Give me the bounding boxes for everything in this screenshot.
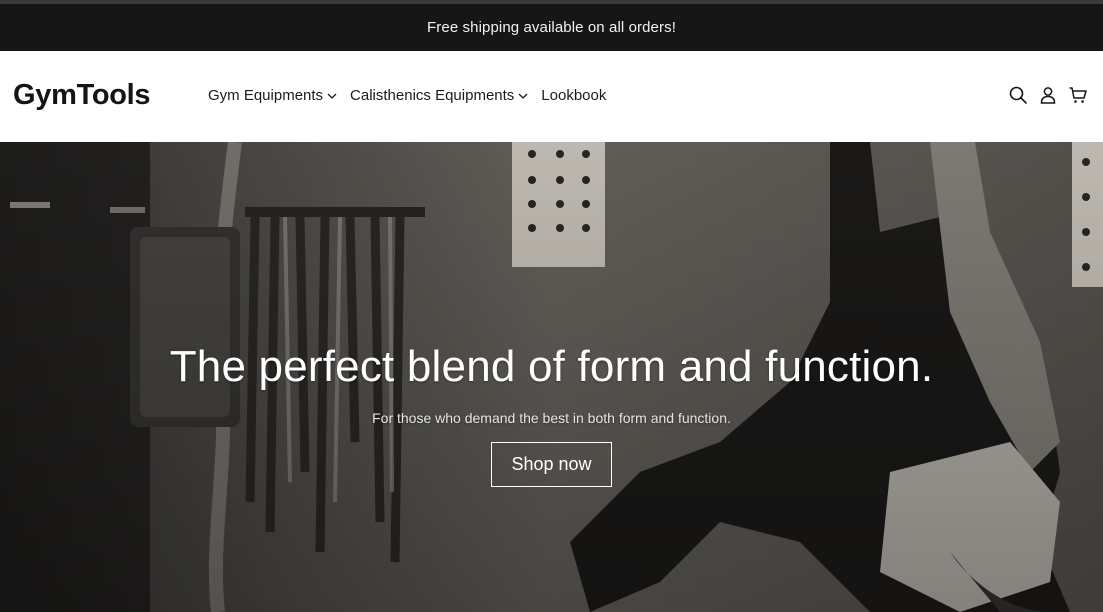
account-button[interactable] xyxy=(1037,84,1059,106)
cart-icon xyxy=(1069,87,1087,103)
hero-banner: The perfect blend of form and function. … xyxy=(0,142,1103,612)
nav-item-lookbook[interactable]: Lookbook xyxy=(541,87,606,104)
shop-now-button[interactable]: Shop now xyxy=(491,442,612,487)
nav-label: Gym Equipments xyxy=(208,87,324,104)
nav-item-calisthenics-equipments[interactable]: Calisthenics Equipments xyxy=(350,87,529,104)
account-icon xyxy=(1040,87,1056,104)
header-icons xyxy=(999,84,1089,106)
nav-item-gym-equipments[interactable]: Gym Equipments xyxy=(208,87,338,104)
hero-subtitle: For those who demand the best in both fo… xyxy=(372,410,731,426)
cart-button[interactable] xyxy=(1067,84,1089,106)
site-header: GymTools Gym Equipments Calisthenics Equ… xyxy=(0,51,1103,142)
chevron-down-icon xyxy=(518,93,528,99)
announcement-bar: Free shipping available on all orders! xyxy=(0,4,1103,51)
announcement-text: Free shipping available on all orders! xyxy=(427,19,676,36)
nav-label: Calisthenics Equipments xyxy=(350,87,515,104)
main-nav: Gym Equipments Calisthenics Equipments L… xyxy=(208,87,618,104)
search-button[interactable] xyxy=(1007,84,1029,106)
hero-content: The perfect blend of form and function. … xyxy=(0,342,1103,487)
search-icon xyxy=(1009,86,1027,104)
hero-title: The perfect blend of form and function. xyxy=(169,342,934,391)
chevron-down-icon xyxy=(327,93,337,99)
nav-label: Lookbook xyxy=(541,87,607,104)
site-logo[interactable]: GymTools xyxy=(13,79,151,112)
